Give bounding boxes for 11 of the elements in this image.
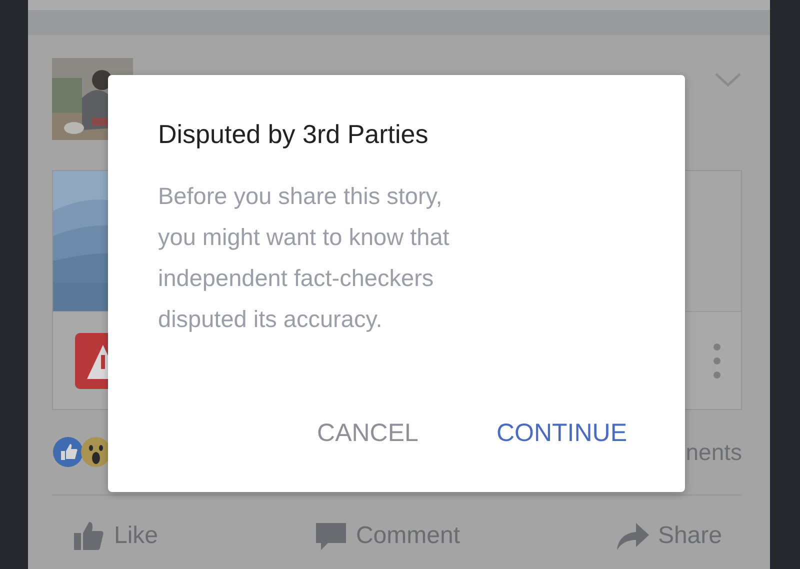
comment-button[interactable]: Comment <box>314 518 460 554</box>
like-reaction-icon <box>52 436 84 468</box>
chevron-down-icon[interactable] <box>714 72 742 88</box>
continue-button[interactable]: CONTINUE <box>496 414 627 452</box>
more-options-icon[interactable] <box>713 342 721 378</box>
share-button[interactable]: Share <box>616 518 722 554</box>
cancel-button[interactable]: CANCEL <box>317 414 418 452</box>
like-button[interactable]: Like <box>72 518 158 554</box>
thumbs-up-icon <box>72 519 106 553</box>
dialog-message: Before you share this story, you might want to know that independent fact-checkers disputed its accuracy. <box>158 182 450 334</box>
dialog-title: Disputed by 3rd Parties <box>158 119 430 150</box>
